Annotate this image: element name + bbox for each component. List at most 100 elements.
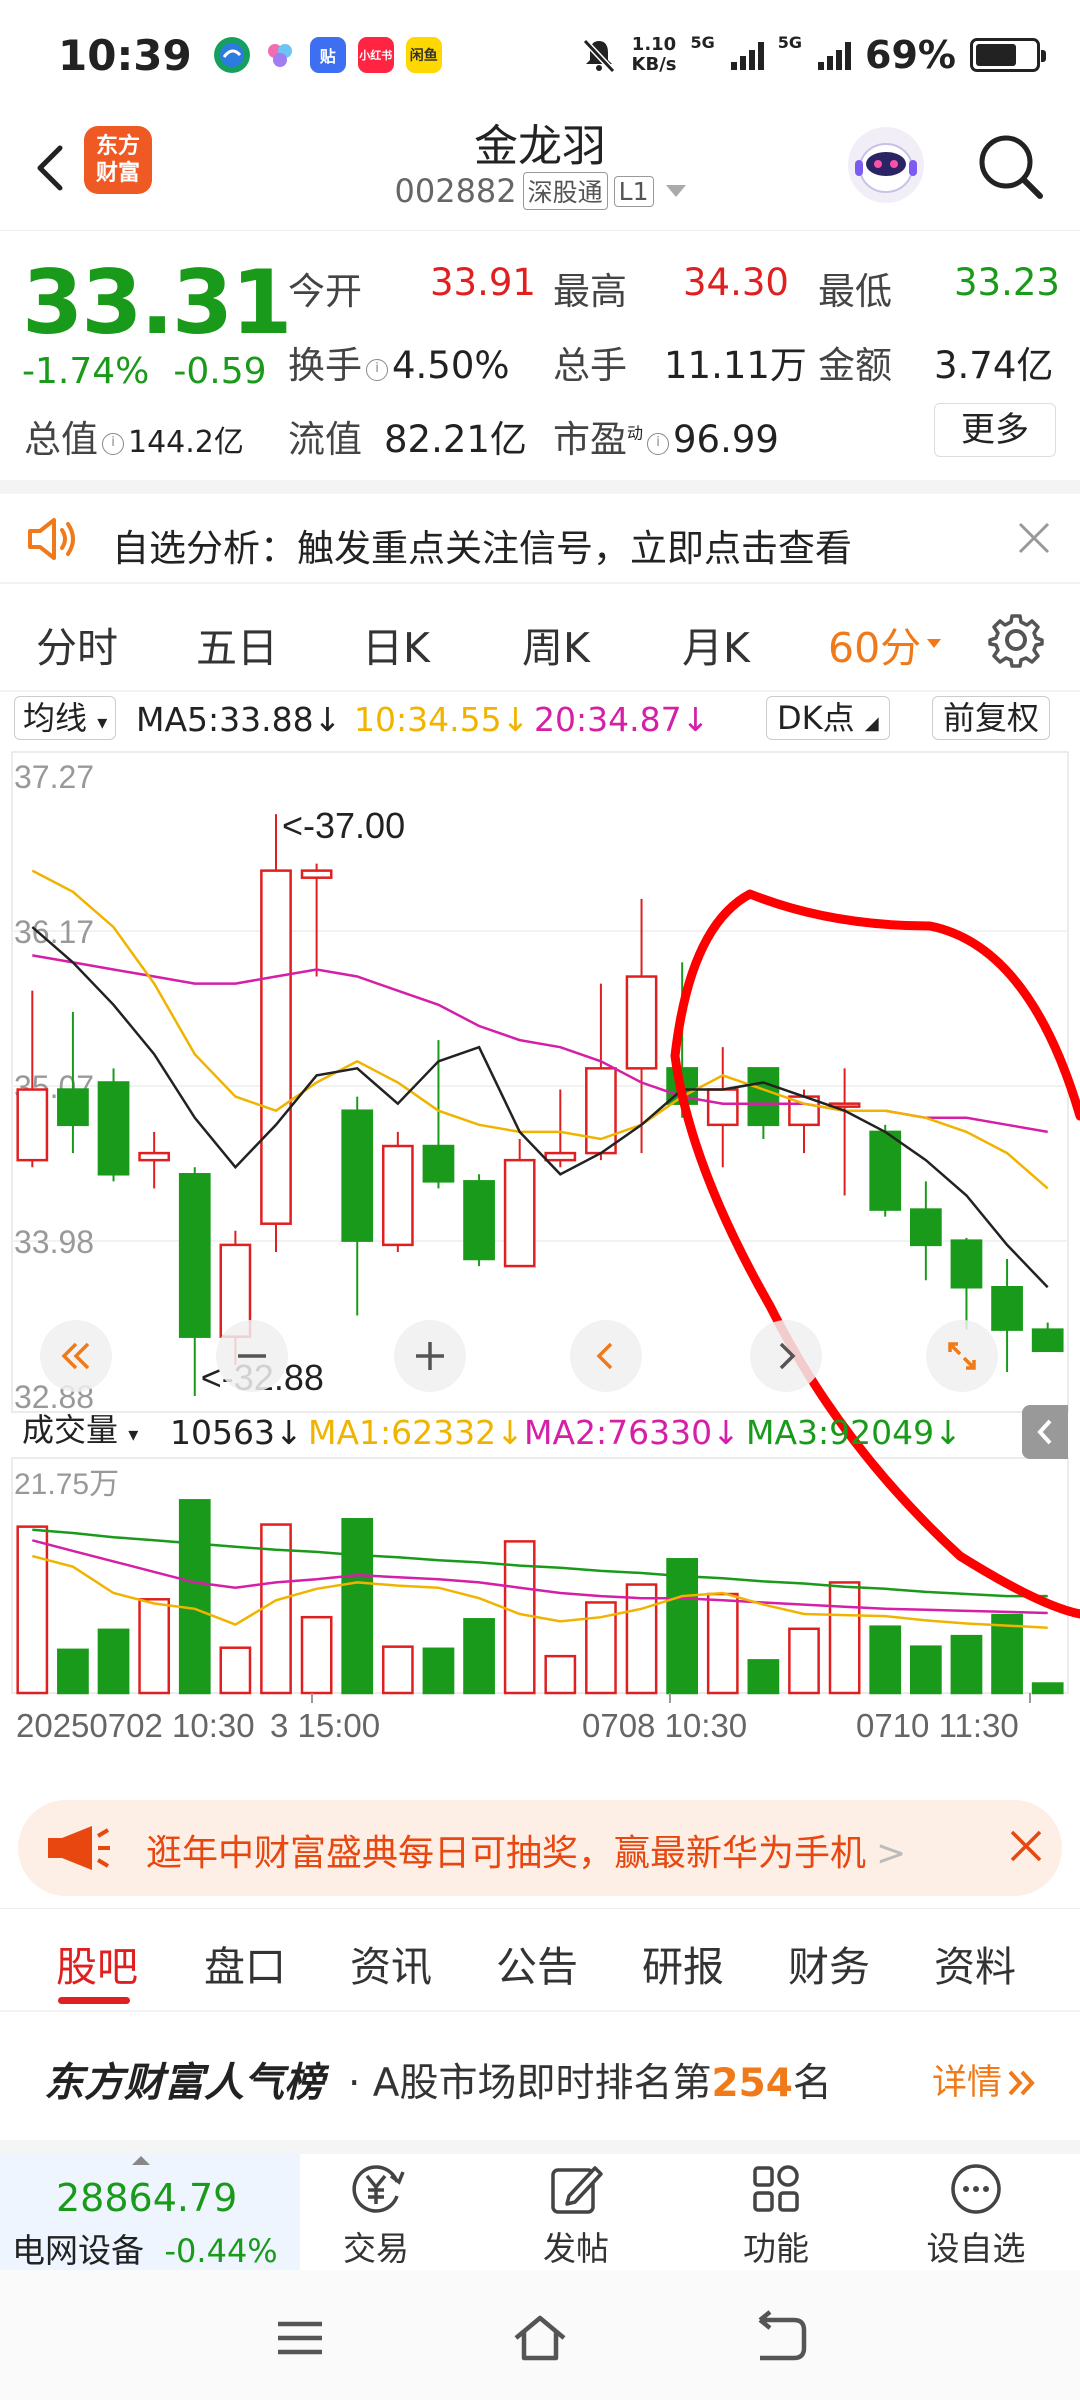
edit-icon (551, 2166, 603, 2214)
market-cap[interactable]: 总值 i 144.2亿 (24, 409, 244, 463)
jump-start-button[interactable] (40, 1320, 112, 1392)
tab-weekly-k[interactable]: 周K (522, 614, 590, 674)
volume-bar (97, 1628, 130, 1695)
battery-icon (970, 38, 1046, 72)
stock-code: 002882 (394, 172, 517, 210)
caret-down-icon (927, 639, 942, 648)
tab-five-day[interactable]: 五日 (196, 614, 278, 674)
sector-index[interactable]: 28864.79 电网设备 -0.44% (0, 2154, 300, 2270)
kline-chart[interactable]: 37.2736.1735.0733.9832.88<-37.00<-32.882… (0, 746, 1080, 1744)
app-notification-icon (261, 37, 298, 73)
plus-icon (416, 1342, 444, 1370)
candle-body (625, 975, 658, 1070)
move-left-button[interactable] (570, 1320, 642, 1392)
post-button[interactable]: 发帖 (506, 2156, 646, 2268)
info-icon: i (102, 433, 124, 455)
volume-selector[interactable]: 成交量 ▾ (14, 1409, 146, 1453)
home-icon[interactable] (510, 2310, 570, 2366)
tab-intraday[interactable]: 分时 (36, 614, 118, 674)
mute-bell-icon (582, 38, 615, 74)
candle-body (869, 1130, 902, 1211)
volume-bar (422, 1647, 455, 1695)
tab-60min[interactable]: 60分 (828, 614, 942, 674)
search-icon[interactable] (972, 128, 1048, 204)
gear-icon[interactable] (988, 612, 1044, 668)
rank-detail-link[interactable]: 详情 (932, 2054, 1040, 2105)
trade-button[interactable]: 交易 (306, 2156, 446, 2268)
rank-brand: 东方财富人气榜 (44, 2060, 324, 2106)
more-button[interactable]: 更多 (934, 403, 1056, 457)
sector-index-name: 电网设备 -0.44% (12, 2231, 278, 2270)
fullscreen-button[interactable] (926, 1320, 998, 1392)
y-tick-label: 37.27 (14, 759, 94, 795)
sim2-label: 5G (777, 33, 803, 52)
tab-news[interactable]: 资讯 (350, 1933, 432, 1993)
x-tick-label: 3 15:00 (270, 1707, 380, 1744)
trade-amount: 金额 3.74亿 (818, 344, 1054, 387)
zoom-out-button[interactable] (216, 1320, 288, 1392)
double-chevron-right-icon (1008, 2070, 1035, 2096)
tab-pankou[interactable]: 盘口 (204, 1933, 286, 1993)
candle-body (57, 1088, 89, 1127)
volume-bar (300, 1615, 333, 1695)
candle-body (381, 1144, 414, 1247)
level-tag: L1 (613, 175, 654, 207)
tab-announcements[interactable]: 公告 (496, 1933, 578, 1993)
caret-down-icon (665, 185, 686, 197)
volume-bar (625, 1583, 658, 1695)
candle-body (544, 1151, 577, 1162)
promo-banner[interactable]: 逛年中财富盛典每日可抽奖，赢最新华为手机 > (18, 1800, 1062, 1896)
status-right: 1.10 KB/s 5G 5G 69% (580, 33, 1046, 77)
analysis-notice[interactable]: 自选分析：触发重点关注信号，立即点击查看 (0, 480, 1080, 582)
ai-assistant-robot-icon[interactable] (845, 124, 927, 206)
xianyu-icon: 闲鱼 (405, 37, 442, 73)
tab-monthly-k[interactable]: 月K (682, 614, 750, 674)
volume-bar (828, 1581, 861, 1695)
dk-point-button[interactable]: DK点 ◢ (766, 696, 890, 740)
volume-max-label: 21.75万 (14, 1468, 119, 1501)
expand-panel-button[interactable] (1022, 1405, 1068, 1459)
popularity-rank-bar[interactable]: 东方财富人气榜 · A股市场即时排名第254名 详情 (0, 2012, 1080, 2140)
ma-selector[interactable]: 均线 ▾ (14, 696, 117, 740)
low-price: 最低 33.23 (818, 261, 1060, 313)
candle-body (260, 869, 292, 1225)
exchange-tag: 深股通 (522, 172, 608, 210)
tab-daily-k[interactable]: 日K (362, 614, 430, 674)
promo-text: 逛年中财富盛典每日可抽奖，赢最新华为手机 > (146, 1833, 907, 1874)
candle-body (706, 1088, 739, 1127)
max-price-annotation: <-37.00 (282, 805, 405, 846)
tab-guba[interactable]: 股吧 (56, 1933, 138, 1993)
back-icon[interactable] (750, 2310, 810, 2366)
turnover-rate[interactable]: 换手 i 4.50% (288, 335, 510, 389)
active-tab-indicator (58, 1997, 130, 2004)
x-tick-label: 0708 10:30 (582, 1707, 747, 1744)
volume-bar (747, 1659, 780, 1695)
chevron-left-icon (596, 1342, 613, 1370)
tab-finance[interactable]: 财务 (788, 1933, 870, 1993)
tab-profile[interactable]: 资料 (934, 1933, 1016, 1993)
tab-research[interactable]: 研报 (642, 1933, 724, 1993)
candle-body (16, 1088, 49, 1162)
close-icon[interactable] (1016, 520, 1052, 556)
pe-ratio[interactable]: 市盈动 i 96.99 (553, 409, 779, 463)
volume-bar (666, 1558, 699, 1695)
sector-index-value: 28864.79 (56, 2176, 238, 2220)
ma20-value: 20:34.87↓ (534, 700, 710, 739)
status-time: 10:39 (58, 30, 192, 80)
zoom-in-button[interactable] (394, 1320, 466, 1392)
adjust-button[interactable]: 前复权 (932, 696, 1051, 740)
vol-ma3: MA3:92049↓ (746, 1413, 962, 1452)
float-cap: 流值 82.21亿 (288, 418, 527, 461)
total-volume: 总手 11.11万 (553, 344, 807, 387)
add-watchlist-button[interactable]: 设自选 (906, 2156, 1046, 2268)
functions-button[interactable]: 功能 (706, 2156, 846, 2268)
move-right-button[interactable] (750, 1320, 822, 1392)
candle-body (138, 1151, 171, 1162)
chevron-left-icon (1037, 1419, 1052, 1445)
kline-chart-svg[interactable]: 37.2736.1735.0733.9832.88<-37.00<-32.882… (0, 746, 1080, 1786)
volume-indicator-bar: 成交量 ▾ 10563↓ MA1:62332↓ MA2:76330↓ MA3:9… (0, 1405, 1080, 1459)
double-chevron-left-icon (61, 1342, 90, 1370)
candle-body (503, 1158, 536, 1268)
close-icon[interactable] (1006, 1826, 1046, 1866)
menu-icon[interactable] (270, 2310, 330, 2366)
